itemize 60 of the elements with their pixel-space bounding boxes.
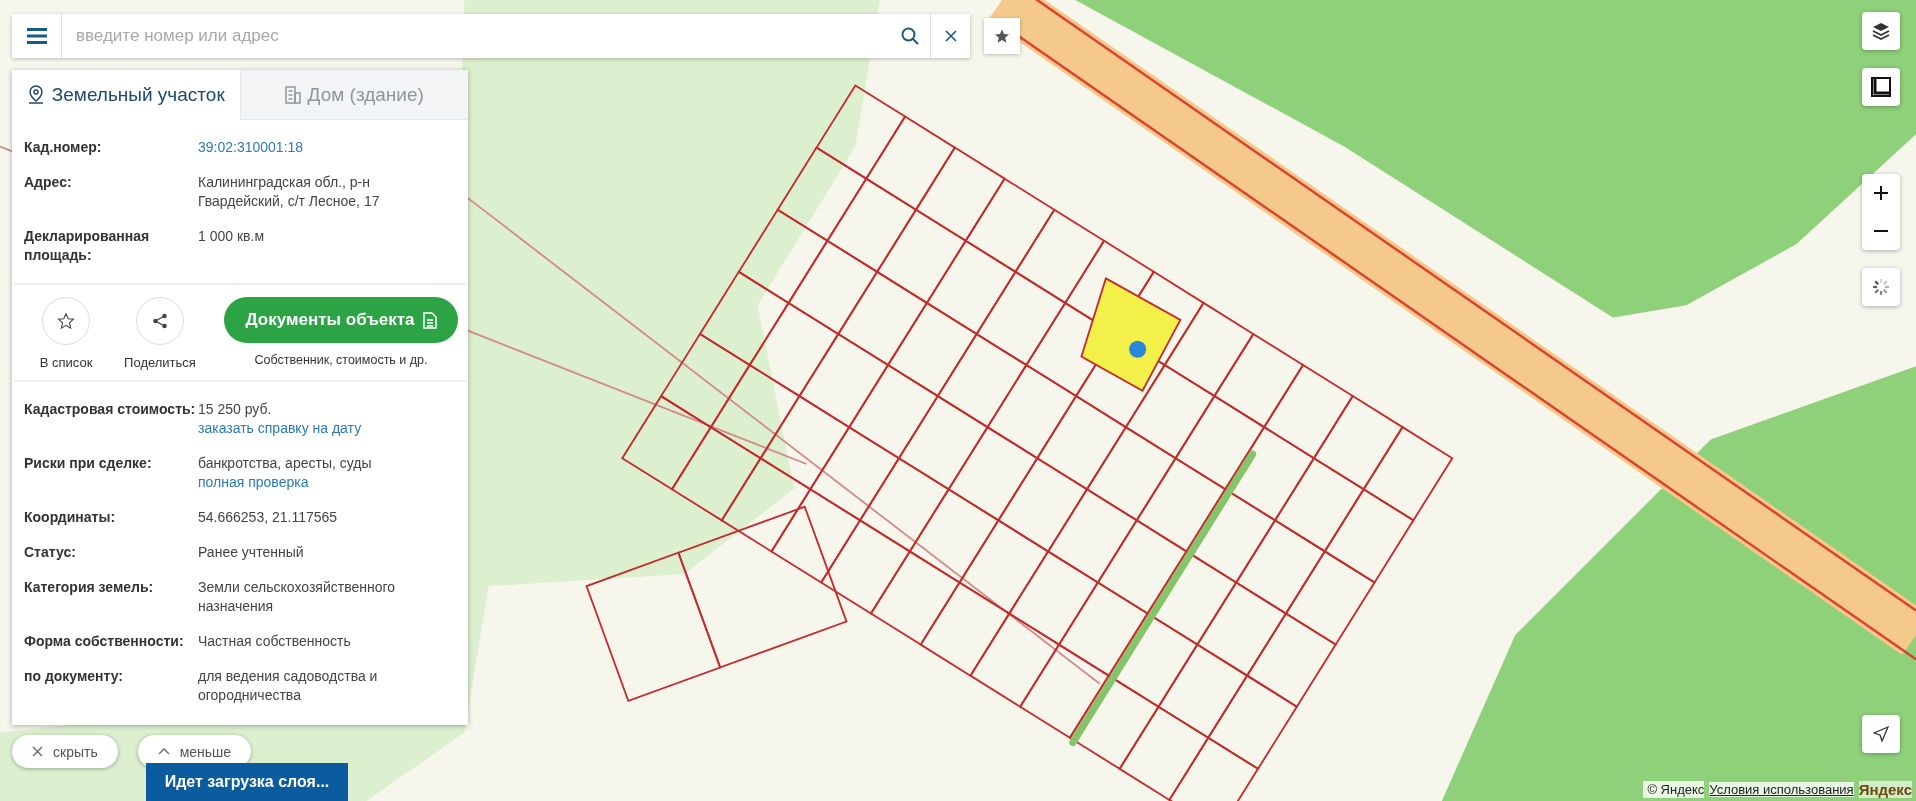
field-label: Категория земель: — [24, 578, 155, 597]
layers-button[interactable] — [1862, 12, 1900, 50]
share-icon — [152, 313, 168, 329]
star-icon — [57, 312, 75, 330]
action-label: В список — [39, 355, 93, 370]
geolocation-button[interactable] — [1862, 715, 1900, 753]
plus-icon — [1873, 185, 1889, 201]
order-link[interactable]: заказать справку на дату — [198, 419, 362, 438]
field-value: Калининградская обл., р-н Гвардейский, с/т Лесное, 17 — [198, 173, 381, 211]
star-icon — [994, 28, 1010, 44]
field-value: Земли сельскохозяйственного назначения — [198, 578, 397, 616]
favorite-button[interactable] — [984, 18, 1020, 54]
field-value: 54.666253, 21.117565 — [198, 508, 339, 527]
map-pin-icon — [26, 85, 45, 105]
field-label: Риски при сделке: — [24, 454, 153, 473]
field-value: Частная собственность — [198, 632, 352, 651]
document-icon — [422, 311, 437, 329]
field-label: Кад.номер: — [24, 138, 103, 157]
documents-caption: Собственник, стоимость и др. — [254, 353, 428, 367]
ruler-icon — [1871, 77, 1891, 97]
action-label: Поделиться — [124, 355, 196, 370]
field-label: по документу: — [24, 667, 124, 686]
field-label: Декларированная площадь: — [24, 227, 151, 265]
close-icon — [32, 746, 43, 757]
search-button[interactable] — [890, 14, 930, 58]
field-label: Координаты: — [24, 508, 117, 527]
field-value: 15 250 руб. — [198, 400, 273, 419]
tab[interactable]: Земельный участок — [12, 70, 240, 120]
search-icon — [901, 27, 919, 45]
building-icon — [284, 85, 301, 104]
tab[interactable]: Дом (здание) — [239, 70, 468, 120]
minus-icon — [1873, 230, 1889, 232]
close-icon — [944, 30, 957, 42]
field-value: банкротства, аресты, суды — [198, 454, 373, 473]
chevron-up-icon — [157, 748, 170, 755]
field-label: Форма собственности: — [24, 632, 185, 651]
spinner-icon — [1871, 277, 1891, 297]
field-label: Статус: — [24, 543, 77, 562]
hide-button[interactable]: скрыть — [12, 735, 118, 768]
documents-button[interactable]: Документы объекта — [224, 297, 458, 343]
order-link[interactable]: полная проверка — [198, 473, 309, 492]
yandex-logo: Яндекс — [1858, 781, 1912, 798]
loading-button[interactable] — [1862, 268, 1900, 306]
cadastral-link[interactable]: 39:02:310001:18 — [198, 138, 304, 157]
layers-icon — [1871, 21, 1891, 41]
search-field[interactable]: введите номер или адрес — [62, 14, 890, 58]
terms-link[interactable]: Условия использования — [1709, 782, 1854, 797]
loading-banner: Идет загрузка слоя... — [146, 763, 348, 801]
field-value: для ведения садоводства и огородничества — [198, 667, 379, 705]
menu-button[interactable] — [12, 14, 62, 58]
field-label: Адрес: — [24, 173, 73, 192]
share-button[interactable] — [136, 297, 184, 345]
ruler-button[interactable] — [1862, 68, 1900, 106]
navigation-arrow-icon — [1873, 726, 1889, 742]
field-value: Ранее учтенный — [198, 543, 305, 562]
field-value: 1 000 кв.м — [198, 227, 265, 246]
menu-icon — [26, 28, 47, 44]
copyright-text: © Яндекс — [1643, 781, 1705, 798]
add-to-list-button[interactable] — [42, 297, 90, 345]
field-label: Кадастровая стоимость: — [24, 400, 197, 419]
